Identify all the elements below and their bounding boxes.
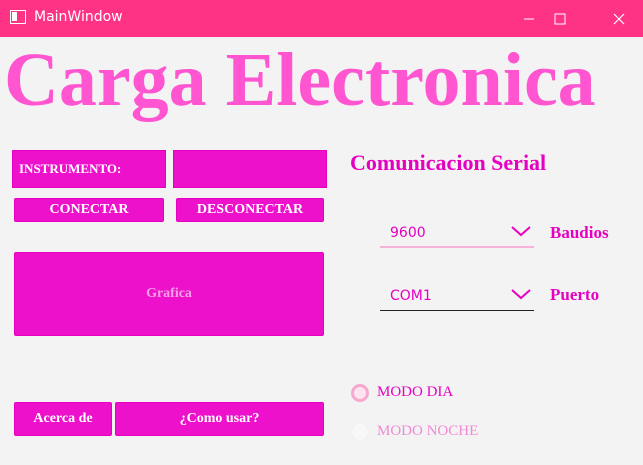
window-titlebar[interactable]: MainWindow (0, 0, 643, 37)
how-to-use-button[interactable]: ¿Como usar? (115, 402, 324, 436)
baud-rate-label: Baudios (550, 223, 609, 242)
connect-button[interactable]: CONECTAR (14, 198, 164, 222)
chevron-down-icon (511, 226, 531, 237)
minimize-icon (524, 18, 534, 19)
graph-button[interactable]: Grafica (14, 252, 324, 336)
close-icon (613, 13, 625, 24)
baud-rate-select[interactable]: 9600 (380, 218, 534, 248)
serial-section-title: Comunicacion Serial (350, 150, 547, 175)
baud-rate-value: 9600 (390, 225, 426, 241)
port-value: COM1 (390, 288, 432, 304)
instrument-field[interactable] (173, 150, 327, 188)
day-mode-radio[interactable] (351, 384, 369, 402)
disconnect-button[interactable]: DESCONECTAR (176, 198, 324, 222)
instrument-label: INSTRUMENTO: (12, 150, 166, 188)
close-button[interactable] (596, 0, 642, 37)
maximize-button[interactable] (537, 0, 583, 37)
chevron-down-icon (511, 289, 531, 300)
day-mode-label[interactable]: MODO DIA (377, 384, 453, 401)
night-mode-radio[interactable] (351, 423, 369, 441)
app-window-icon (10, 10, 26, 24)
night-mode-label[interactable]: MODO NOCHE (377, 423, 478, 440)
port-select[interactable]: COM1 (380, 281, 534, 311)
about-button[interactable]: Acerca de (14, 402, 112, 436)
page-title: Carga Electronica (4, 38, 596, 122)
window-title: MainWindow (34, 9, 123, 25)
port-label: Puerto (550, 285, 600, 304)
maximize-icon (554, 13, 566, 24)
